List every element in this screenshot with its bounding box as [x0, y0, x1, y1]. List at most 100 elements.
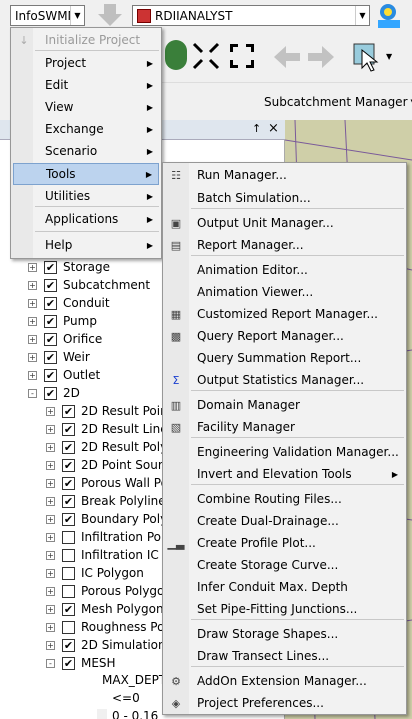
full-extent-icon[interactable]	[228, 42, 256, 70]
tools-item-create-profile-plot[interactable]: ▁▃ Create Profile Plot...	[165, 532, 404, 554]
tools-item-invert-and-elevation-tools[interactable]: Invert and Elevation Tools ▶	[165, 463, 404, 485]
menu-item-project[interactable]: Project ▶	[13, 52, 159, 74]
expand-icon[interactable]: +	[46, 550, 55, 560]
layer-checkbox[interactable]: ✔	[44, 386, 57, 400]
menu-item-exchange[interactable]: Exchange ▶	[13, 118, 159, 140]
expand-icon[interactable]: +	[46, 424, 55, 434]
tree-item[interactable]: + ✔ 2D Result Polyg	[46, 438, 175, 456]
layer-checkbox[interactable]: ✔	[44, 296, 57, 310]
layer-checkbox[interactable]: ✔	[44, 278, 57, 292]
tools-item-draw-storage-shapes[interactable]: Draw Storage Shapes...	[165, 623, 404, 645]
tools-item-output-statistics-manager[interactable]: Σ Output Statistics Manager...	[165, 369, 404, 391]
tree-item[interactable]: + ✔ Orifice	[28, 330, 102, 348]
tools-item-output-unit-manager[interactable]: ▣ Output Unit Manager...	[165, 212, 404, 234]
menu-item-view[interactable]: View ▶	[13, 96, 159, 118]
expand-icon[interactable]: +	[46, 568, 55, 578]
tools-item-project-preferences[interactable]: ◈ Project Preferences...	[165, 692, 404, 714]
expand-icon[interactable]: +	[46, 478, 55, 488]
expand-icon[interactable]: +	[46, 604, 55, 614]
chevron-down-icon[interactable]: ▼	[386, 52, 396, 62]
forward-arrow-icon[interactable]	[306, 44, 336, 70]
tools-item-addon-extension-manager[interactable]: ⚙ AddOn Extension Manager...	[165, 670, 404, 692]
layer-checkbox[interactable]	[62, 584, 75, 598]
layer-checkbox[interactable]	[62, 548, 75, 562]
expand-icon[interactable]: +	[46, 514, 55, 524]
expand-icon[interactable]: +	[28, 280, 37, 290]
tools-item-engineering-validation-manager[interactable]: Engineering Validation Manager...	[165, 441, 404, 463]
layer-checkbox[interactable]: ✔	[44, 260, 57, 274]
expand-icon[interactable]: +	[46, 532, 55, 542]
select-tool-icon[interactable]	[352, 42, 384, 72]
tools-item-create-dual-drainage[interactable]: Create Dual-Drainage...	[165, 510, 404, 532]
expand-icon[interactable]: +	[46, 442, 55, 452]
globe-icon[interactable]	[165, 40, 187, 70]
tree-item[interactable]: + Infiltration IC P	[46, 546, 170, 564]
expand-icon[interactable]: +	[28, 334, 37, 344]
layer-checkbox[interactable]: ✔	[62, 602, 75, 616]
back-arrow-icon[interactable]	[272, 44, 302, 70]
close-icon[interactable]: ×	[268, 121, 279, 136]
menu-item-initialize-project[interactable]: Initialize Project ↓	[13, 29, 159, 51]
tree-item[interactable]: + ✔ Outlet	[28, 366, 100, 384]
expand-icon[interactable]: +	[46, 460, 55, 470]
tree-item[interactable]: - ✔ 2D	[28, 384, 80, 402]
layer-checkbox[interactable]: ✔	[62, 404, 75, 418]
layer-checkbox[interactable]: ✔	[44, 350, 57, 364]
tree-item[interactable]: + ✔ Conduit	[28, 294, 110, 312]
expand-icon[interactable]: +	[46, 406, 55, 416]
tools-item-run-manager[interactable]: ☷ Run Manager...	[165, 164, 404, 186]
menu-item-help[interactable]: Help ▶	[13, 234, 159, 256]
subcatchment-manager-button[interactable]: Subcatchment Manager ▼	[264, 93, 412, 111]
tools-item-batch-simulation[interactable]: Batch Simulation...	[165, 187, 404, 209]
down-arrow-icon[interactable]	[96, 2, 124, 28]
tree-item[interactable]: + Porous Polygo	[46, 582, 164, 600]
layer-checkbox[interactable]: ✔	[62, 494, 75, 508]
layer-checkbox[interactable]: ✔	[62, 512, 75, 526]
layer-checkbox[interactable]	[62, 530, 75, 544]
tools-item-animation-editor[interactable]: Animation Editor...	[165, 259, 404, 281]
expand-icon[interactable]: +	[28, 370, 37, 380]
collapse-icon[interactable]: -	[46, 658, 55, 668]
menu-item-utilities[interactable]: Utilities ▶	[13, 185, 159, 207]
layer-checkbox[interactable]: ✔	[44, 332, 57, 346]
tools-item-report-manager[interactable]: ▤ Report Manager...	[165, 234, 404, 256]
tools-item-customized-report-manager[interactable]: ▦ Customized Report Manager...	[165, 303, 404, 325]
expand-icon[interactable]: +	[28, 352, 37, 362]
expand-icon[interactable]: +	[28, 298, 37, 308]
tools-item-animation-viewer[interactable]: Animation Viewer...	[165, 281, 404, 303]
tree-item[interactable]: + ✔ 2D Result Line	[46, 420, 168, 438]
layer-checkbox[interactable]	[62, 620, 75, 634]
tree-item[interactable]: + Infiltration Poly	[46, 528, 171, 546]
app-logo-icon[interactable]	[374, 2, 408, 30]
expand-icon[interactable]: +	[28, 262, 37, 272]
menu-item-applications[interactable]: Applications ▶	[13, 208, 159, 230]
menu-item-tools[interactable]: Tools ▶	[13, 163, 159, 185]
expand-icon[interactable]: +	[46, 640, 55, 650]
tree-item[interactable]: + ✔ Boundary Poly	[46, 510, 167, 528]
expand-icon[interactable]: +	[46, 622, 55, 632]
project-combo[interactable]: RDIIANALYST ▼	[132, 5, 370, 26]
layer-checkbox[interactable]: ✔	[62, 476, 75, 490]
tools-item-combine-routing-files[interactable]: Combine Routing Files...	[165, 488, 404, 510]
tools-item-facility-manager[interactable]: ▧ Facility Manager	[165, 416, 404, 438]
zoom-extent-icon[interactable]	[192, 42, 220, 70]
layer-checkbox[interactable]: ✔	[62, 656, 75, 670]
layer-checkbox[interactable]: ✔	[62, 422, 75, 436]
product-combo[interactable]: InfoSWMM ▼	[10, 5, 85, 26]
layer-checkbox[interactable]: ✔	[62, 458, 75, 472]
tree-item[interactable]: + ✔ Break Polyline	[46, 492, 166, 510]
tree-item[interactable]: + ✔ Pump	[28, 312, 97, 330]
menu-item-scenario[interactable]: Scenario ▶	[13, 140, 159, 162]
layer-checkbox[interactable]	[62, 566, 75, 580]
expand-icon[interactable]: +	[28, 316, 37, 326]
tools-item-query-report-manager[interactable]: ▩ Query Report Manager...	[165, 325, 404, 347]
tree-item[interactable]: + ✔ Weir	[28, 348, 90, 366]
layer-checkbox[interactable]: ✔	[62, 440, 75, 454]
menu-item-edit[interactable]: Edit ▶	[13, 74, 159, 96]
tree-item[interactable]: + Roughness Pol	[46, 618, 168, 636]
tree-item[interactable]: + IC Polygon	[46, 564, 144, 582]
layer-checkbox[interactable]: ✔	[44, 368, 57, 382]
tree-item[interactable]: + ✔ Storage	[28, 258, 110, 276]
tree-item[interactable]: + ✔ Mesh Polygon	[46, 600, 164, 618]
tools-item-draw-transect-lines[interactable]: Draw Transect Lines...	[165, 645, 404, 667]
